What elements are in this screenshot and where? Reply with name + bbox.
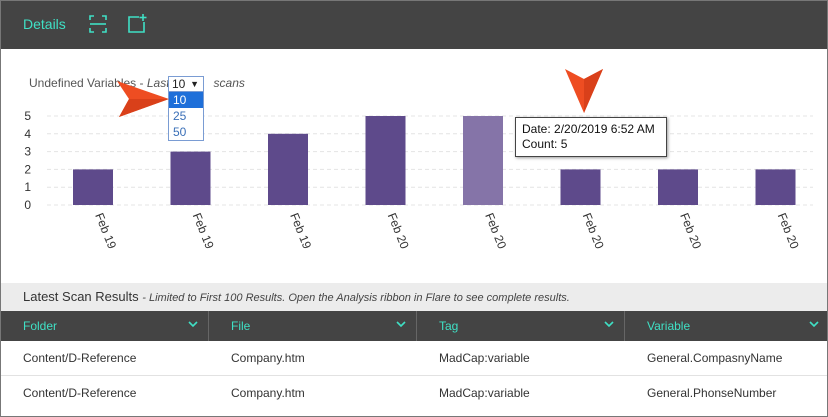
details-tab[interactable]: Details (23, 16, 66, 32)
y-tick-label: 0 (24, 198, 31, 212)
chart-bar[interactable] (755, 169, 796, 205)
x-tick-label: Feb 20 (775, 211, 802, 251)
scan-count-option-50[interactable]: 50 (169, 124, 203, 140)
results-header: Latest Scan Results - Limited to First 1… (1, 283, 827, 311)
x-tick-label: Feb 20 (482, 211, 509, 251)
cell-tag: MadCap:variable (439, 351, 530, 365)
chart-bar[interactable] (658, 169, 698, 205)
chevron-down-icon: ▼ (190, 79, 199, 89)
cell-variable: General.PhonseNumber (647, 386, 777, 400)
x-tick-label: Feb 19 (92, 211, 119, 251)
x-tick-label: Feb 19 (287, 211, 314, 251)
chart-bar[interactable] (73, 169, 113, 205)
tooltip-count: Count: 5 (522, 137, 568, 151)
pointer-arrow-icon (117, 81, 169, 117)
results-title: Latest Scan Results (23, 289, 139, 304)
chart-bar[interactable] (463, 116, 503, 205)
scan-count-value: 10 (172, 77, 186, 91)
scan-count-option-10[interactable]: 10 (169, 92, 203, 108)
chart-bar[interactable] (170, 151, 211, 205)
scan-count-select[interactable]: 10 ▼ (168, 76, 204, 92)
cell-file: Company.htm (231, 386, 305, 400)
pointer-arrow-icon (565, 69, 603, 113)
chevron-down-icon (188, 321, 198, 328)
column-header-folder[interactable]: Folder (1, 311, 209, 341)
scan-count-options: 10 25 50 (168, 91, 204, 141)
column-label: Folder (23, 319, 58, 333)
scan-count-option-25[interactable]: 25 (169, 108, 203, 124)
y-tick-label: 5 (24, 109, 31, 123)
x-tick-label: Feb 20 (677, 211, 704, 251)
chevron-down-icon (809, 321, 819, 328)
cell-variable: General.CompasnyName (647, 351, 783, 365)
column-header-tag[interactable]: Tag (417, 311, 625, 341)
add-window-icon[interactable] (126, 13, 148, 35)
chevron-down-icon (396, 321, 406, 328)
chart-tooltip: Date: 2/20/2019 6:52 AM Count: 5 (515, 117, 667, 157)
cell-tag: MadCap:variable (439, 386, 530, 400)
y-tick-label: 4 (24, 127, 31, 141)
chart-bar[interactable] (268, 133, 308, 205)
x-tick-label: Feb 19 (190, 211, 217, 251)
column-label: File (231, 319, 251, 333)
results-note: - Limited to First 100 Results. Open the… (142, 292, 570, 304)
cell-folder: Content/D-Reference (23, 351, 137, 365)
chart-bar[interactable] (560, 169, 601, 205)
column-header-variable[interactable]: Variable (625, 311, 827, 341)
y-tick-label: 3 (24, 145, 31, 159)
scan-frame-icon[interactable] (87, 13, 109, 35)
x-tick-label: Feb 20 (385, 211, 412, 251)
y-tick-label: 2 (24, 162, 31, 176)
chart-bar[interactable] (365, 116, 406, 205)
column-label: Tag (439, 319, 459, 333)
cell-folder: Content/D-Reference (23, 386, 137, 400)
column-header-file[interactable]: File (209, 311, 417, 341)
cell-file: Company.htm (231, 351, 305, 365)
column-label: Variable (647, 319, 691, 333)
y-tick-label: 1 (24, 180, 31, 194)
chevron-down-icon (604, 321, 614, 328)
tooltip-date: Date: 2/20/2019 6:52 AM (522, 122, 655, 136)
analysis-panel: Details Undefined Variables - Last scans … (0, 0, 828, 417)
toolbar: Details (1, 1, 827, 49)
x-tick-label: Feb 20 (580, 211, 607, 251)
